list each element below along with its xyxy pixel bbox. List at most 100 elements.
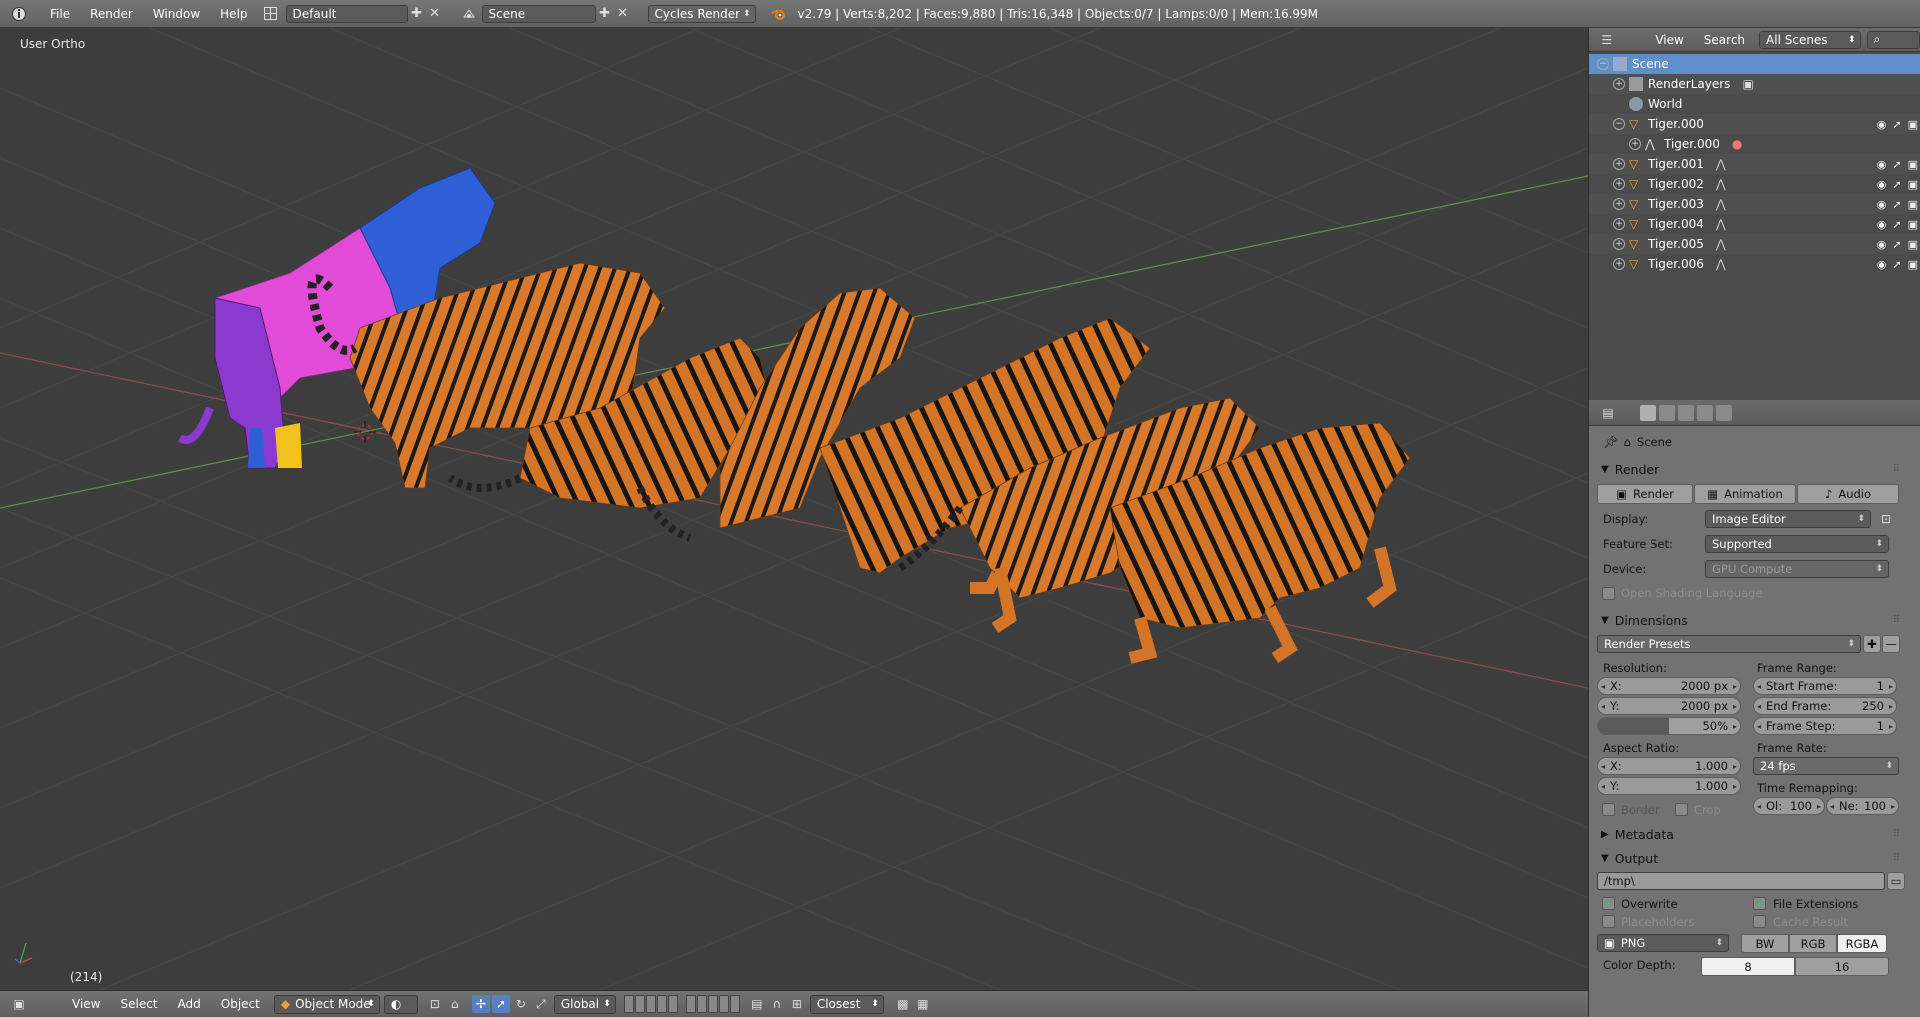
expand-icon[interactable]: + bbox=[1613, 178, 1625, 190]
tree-item-tiger-005[interactable]: + ▽ Tiger.005 ⋀ ◉ ➚ ▣ bbox=[1589, 234, 1920, 254]
tab-render-icon[interactable] bbox=[1640, 404, 1656, 421]
renderable-camera-icon[interactable]: ▣ bbox=[1908, 258, 1918, 271]
resolution-percentage-slider[interactable]: 50% bbox=[1597, 717, 1741, 735]
renderable-camera-icon[interactable]: ▣ bbox=[1908, 178, 1918, 191]
expand-icon[interactable]: + bbox=[1613, 78, 1625, 90]
renderable-camera-icon[interactable]: ▣ bbox=[1908, 158, 1918, 171]
translate-icon[interactable]: ➚ bbox=[491, 995, 510, 1013]
tree-item-tiger-000-mesh[interactable]: + ⋀ Tiger.000 ● bbox=[1589, 134, 1920, 154]
expand-icon[interactable]: + bbox=[1629, 138, 1641, 150]
output-path-input[interactable]: /tmp\ bbox=[1597, 872, 1885, 890]
frame-step-field[interactable]: Frame Step: 1 bbox=[1753, 717, 1897, 735]
visibility-eye-icon[interactable]: ◉ bbox=[1877, 118, 1887, 131]
add-layout-button[interactable]: ✚ bbox=[408, 5, 426, 23]
visibility-eye-icon[interactable]: ◉ bbox=[1877, 238, 1887, 251]
expand-icon[interactable]: + bbox=[1613, 158, 1625, 170]
renderable-camera-icon[interactable]: ▣ bbox=[1908, 218, 1918, 231]
add-preset-button[interactable]: ✚ bbox=[1863, 635, 1881, 653]
snap-element-icon[interactable]: ⊞ bbox=[788, 995, 806, 1013]
selectable-cursor-icon[interactable]: ➚ bbox=[1892, 198, 1901, 211]
visibility-eye-icon[interactable]: ◉ bbox=[1877, 178, 1887, 191]
aspect-x-field[interactable]: X: 1.000 bbox=[1597, 757, 1741, 775]
editor-type-properties-icon[interactable]: ▤ bbox=[1599, 404, 1617, 422]
expand-icon[interactable]: + bbox=[1613, 218, 1625, 230]
screen-layout-icon[interactable] bbox=[262, 5, 280, 23]
renderable-camera-icon[interactable]: ▣ bbox=[1908, 118, 1918, 131]
tab-texture-icon[interactable] bbox=[1716, 404, 1732, 421]
menu-render[interactable]: Render bbox=[80, 7, 143, 21]
browse-folder-button[interactable]: ▭ bbox=[1887, 872, 1905, 890]
osl-checkbox[interactable] bbox=[1602, 587, 1615, 600]
remove-scene-button[interactable]: ✕ bbox=[614, 5, 632, 23]
drag-grip-icon[interactable]: ⠿ bbox=[1893, 464, 1900, 475]
layer-buttons[interactable] bbox=[623, 995, 740, 1013]
aspect-y-field[interactable]: Y: 1.000 bbox=[1597, 777, 1741, 795]
panel-output-header[interactable]: ▼ Output ⠿ bbox=[1589, 847, 1920, 869]
menu-window[interactable]: Window bbox=[143, 7, 210, 21]
selectable-cursor-icon[interactable]: ➚ bbox=[1892, 118, 1901, 131]
tree-item-tiger-002[interactable]: + ▽ Tiger.002 ⋀ ◉ ➚ ▣ bbox=[1589, 174, 1920, 194]
file-extensions-checkbox[interactable]: ✓ bbox=[1753, 897, 1766, 910]
menu-add[interactable]: Add bbox=[168, 997, 211, 1011]
renderable-camera-icon[interactable]: ▣ bbox=[1908, 238, 1918, 251]
drag-grip-icon[interactable]: ⠿ bbox=[1893, 829, 1900, 840]
tree-item-tiger-004[interactable]: + ▽ Tiger.004 ⋀ ◉ ➚ ▣ bbox=[1589, 214, 1920, 234]
opengl-render-icon[interactable]: ▩ bbox=[894, 995, 912, 1013]
expand-icon[interactable]: + bbox=[1613, 198, 1625, 210]
proportional-icon[interactable]: ⌂ bbox=[446, 995, 464, 1013]
collapse-icon[interactable]: − bbox=[1613, 118, 1625, 130]
drag-grip-icon[interactable]: ⠿ bbox=[1893, 853, 1900, 864]
tree-item-tiger-006[interactable]: + ▽ Tiger.006 ⋀ ◉ ➚ ▣ bbox=[1589, 254, 1920, 274]
selectable-cursor-icon[interactable]: ➚ bbox=[1892, 258, 1901, 271]
time-remap-new-field[interactable]: Ne: 100 bbox=[1826, 797, 1899, 815]
remove-layout-button[interactable]: ✕ bbox=[426, 5, 444, 23]
panel-metadata-header[interactable]: ▶ Metadata ⠿ bbox=[1589, 823, 1920, 845]
snap-target-select[interactable]: Closest ⬍ bbox=[809, 994, 884, 1014]
crop-checkbox[interactable] bbox=[1675, 803, 1688, 816]
resolution-y-field[interactable]: Y: 2000 px bbox=[1597, 697, 1741, 715]
color-depth-8-toggle[interactable]: 8 bbox=[1701, 957, 1795, 976]
opengl-animation-icon[interactable]: ▦ bbox=[914, 995, 932, 1013]
cache-result-checkbox[interactable] bbox=[1753, 915, 1766, 928]
panel-render-header[interactable]: ▼ Render ⠿ bbox=[1589, 458, 1920, 480]
display-mode-select[interactable]: All Scenes ⬍ bbox=[1759, 30, 1861, 49]
time-remap-old-field[interactable]: Ol: 100 bbox=[1753, 797, 1825, 815]
display-select[interactable]: Image Editor ⬍ bbox=[1705, 510, 1871, 528]
remove-preset-button[interactable]: — bbox=[1882, 635, 1900, 653]
screen-layout-field[interactable]: Default bbox=[285, 4, 408, 23]
audio-button[interactable]: ♪ Audio bbox=[1797, 484, 1899, 504]
rotate-icon[interactable]: ↻ bbox=[512, 995, 530, 1013]
mode-select[interactable]: ◆ Object Mode ⬍ bbox=[273, 994, 380, 1014]
render-engine-select[interactable]: Cycles Render ⬍ bbox=[647, 4, 756, 23]
color-bw-toggle[interactable]: BW bbox=[1741, 934, 1789, 953]
selectable-cursor-icon[interactable]: ➚ bbox=[1892, 178, 1901, 191]
tree-item-scene[interactable]: − Scene bbox=[1589, 54, 1920, 74]
resolution-x-field[interactable]: X: 2000 px bbox=[1597, 677, 1741, 695]
overwrite-checkbox[interactable]: ✓ bbox=[1602, 897, 1615, 910]
outliner-search-input[interactable]: ⌕ bbox=[1866, 30, 1920, 49]
menu-file[interactable]: File bbox=[40, 7, 80, 21]
menu-select[interactable]: Select bbox=[110, 997, 167, 1011]
visibility-eye-icon[interactable]: ◉ bbox=[1877, 258, 1887, 271]
editor-type-info-icon[interactable] bbox=[8, 5, 30, 23]
selectable-cursor-icon[interactable]: ➚ bbox=[1892, 158, 1901, 171]
panel-dimensions-header[interactable]: ▼ Dimensions ⠿ bbox=[1589, 609, 1920, 631]
outliner-menu-view[interactable]: View bbox=[1645, 33, 1693, 47]
border-checkbox[interactable] bbox=[1602, 803, 1615, 816]
lock-interface-icon[interactable]: ⊡ bbox=[1877, 510, 1895, 528]
tree-item-world[interactable]: World bbox=[1589, 94, 1920, 114]
editor-type-3dview-icon[interactable]: ▣ bbox=[10, 995, 28, 1013]
tab-world-icon[interactable] bbox=[1697, 404, 1713, 421]
scene-field[interactable]: Scene bbox=[481, 4, 596, 23]
outliner-menu-search[interactable]: Search bbox=[1694, 33, 1755, 47]
start-frame-field[interactable]: Start Frame: 1 bbox=[1753, 677, 1897, 695]
expand-icon[interactable]: + bbox=[1613, 258, 1625, 270]
color-rgb-toggle[interactable]: RGB bbox=[1789, 934, 1837, 953]
manipulator-toggle-icon[interactable]: ✢ bbox=[471, 995, 490, 1013]
tree-item-renderlayers[interactable]: + RenderLayers ▣ bbox=[1589, 74, 1920, 94]
visibility-eye-icon[interactable]: ◉ bbox=[1877, 198, 1887, 211]
selectable-cursor-icon[interactable]: ➚ bbox=[1892, 218, 1901, 231]
tab-renderlayers-icon[interactable] bbox=[1659, 404, 1675, 421]
tree-item-tiger-000[interactable]: − ▽ Tiger.000 ◉ ➚ ▣ bbox=[1589, 114, 1920, 134]
menu-object[interactable]: Object bbox=[211, 997, 270, 1011]
